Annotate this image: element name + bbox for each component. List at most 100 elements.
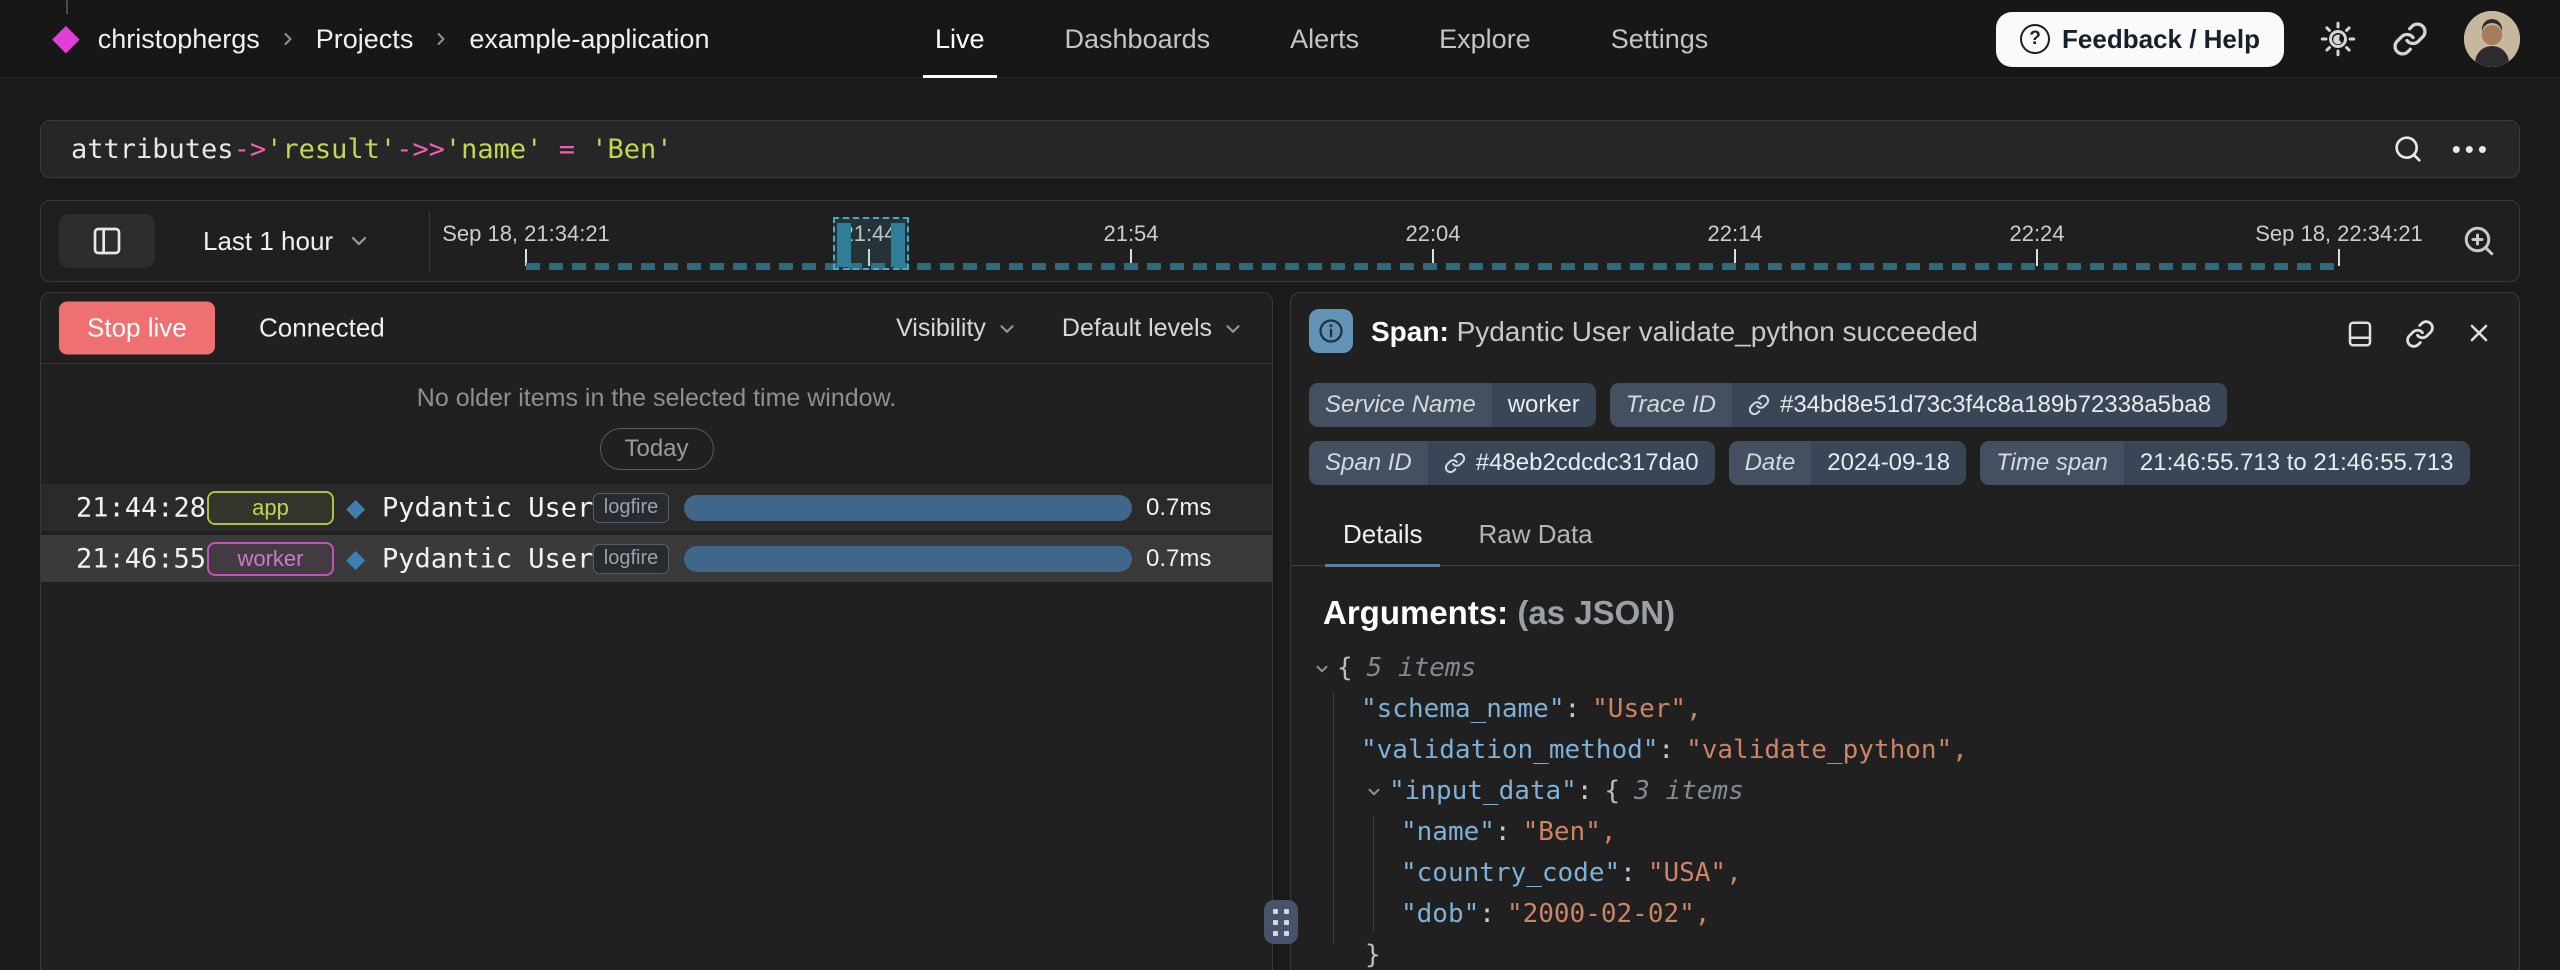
span-name: Pydantic User [382,543,593,574]
breadcrumb-project[interactable]: example-application [469,24,709,55]
timeline-track[interactable]: Sep 18, 21:34:21 21:44 21:54 22:04 22:14… [41,201,2519,281]
nav-tab-live[interactable]: Live [935,0,985,78]
timeline-histogram-baseline [526,263,2342,270]
info-icon [1309,309,1353,353]
live-panel-header: Stop live Connected Visibility Default l… [41,293,1272,364]
detail-tabs: Details Raw Data [1291,519,2519,566]
link-icon [1444,452,1466,474]
navbar-actions: ? Feedback / Help [1996,0,2520,78]
span-name: Pydantic User [382,492,593,523]
share-link-icon[interactable] [2392,21,2428,57]
time-range-select[interactable]: Last 1 hour [203,226,371,257]
span-detail-panel: Span: Pydantic User validate_python succ… [1290,292,2520,970]
tab-details[interactable]: Details [1343,519,1422,565]
breadcrumb-org[interactable]: christophergs [98,24,260,55]
query-token: ->> [396,134,445,165]
today-chip[interactable]: Today [599,428,713,470]
span-row-selected[interactable]: 21:46:55 worker ◆ Pydantic User logfire … [41,535,1272,582]
span-row[interactable]: 21:44:28 app ◆ Pydantic User logfire 0.7… [41,484,1272,531]
dock-panel-icon[interactable] [2345,319,2375,349]
user-avatar[interactable] [2464,11,2520,67]
link-icon [1748,394,1770,416]
indent-guide [1333,692,1334,944]
timeline-selection[interactable] [833,217,909,270]
histogram-bar [837,223,851,267]
nav-tab-settings[interactable]: Settings [1611,0,1709,78]
search-icon[interactable] [2392,133,2424,165]
empty-state: No older items in the selected time wind… [41,364,1272,484]
query-token: -> [234,134,267,165]
top-navbar: ◆ christophergs Projects example-applica… [0,0,2560,78]
grip-dots-icon [1273,909,1289,936]
toggle-sidebar-button[interactable] [59,214,155,268]
logfire-app: ◆ christophergs Projects example-applica… [0,0,2560,970]
stop-live-button[interactable]: Stop live [59,302,215,355]
timeline-bar: Last 1 hour Sep 18, 21:34:21 21:44 21:54… [40,200,2520,282]
json-line: "country_code":"USA", [1313,853,2519,894]
primary-nav: Live Dashboards Alerts Explore Settings [935,0,1708,78]
tab-raw-data[interactable]: Raw Data [1478,519,1592,565]
more-options-icon[interactable]: ••• [2452,134,2491,165]
service-name-badge: Service Name worker [1309,383,1596,427]
logfire-tag: logfire [593,544,669,574]
breadcrumb-projects[interactable]: Projects [316,24,414,55]
collapse-caret-icon[interactable] [1365,783,1385,801]
detail-header: Span: Pydantic User validate_python succ… [1291,293,2519,355]
nav-tab-explore[interactable]: Explore [1439,0,1531,78]
close-icon[interactable] [2465,319,2493,349]
logfire-tag: logfire [593,493,669,523]
panel-resize-handle[interactable] [1264,900,1298,944]
nav-tab-alerts[interactable]: Alerts [1290,0,1359,78]
theme-toggle-icon[interactable] [2320,21,2356,57]
duration-label: 0.7ms [1146,545,1211,573]
question-icon: ? [2020,24,2050,54]
span-meta-badges: Service Name worker Trace ID #34bd8e51d7… [1309,383,2501,485]
time-span-badge: Time span 21:46:55.713 to 21:46:55.713 [1980,441,2469,485]
json-line: "validation_method":"validate_python", [1313,730,2519,771]
query-token: 'result' [266,134,396,165]
default-levels-dropdown[interactable]: Default levels [1062,314,1244,343]
arguments-heading: Arguments: (as JSON) [1323,594,2519,632]
nav-tab-dashboards[interactable]: Dashboards [1065,0,1211,78]
trace-id-badge[interactable]: Trace ID #34bd8e51d73c3f4c8a189b72338a5b… [1610,383,2227,427]
breadcrumb: ◆ christophergs Projects example-applica… [52,0,709,78]
chevron-down-icon [996,318,1018,340]
span-diamond-icon: ◆ [346,493,365,523]
duration-label: 0.7ms [1146,494,1211,522]
visibility-dropdown[interactable]: Visibility [896,314,1018,343]
connection-status: Connected [259,313,385,344]
indent-guide [1373,816,1374,932]
pydantic-logo-icon: ◆ [52,19,80,55]
json-line: "dob":"2000-02-02", [1313,894,2519,935]
query-input[interactable]: attributes->'result'->>'name' = 'Ben' ••… [40,120,2520,178]
json-line: "input_data":{3 items [1313,771,2519,812]
duration-bar [684,546,1132,572]
row-timestamp: 21:46:55 [76,543,206,574]
query-token: = [542,134,591,165]
query-actions: ••• [2392,121,2491,177]
json-line: "name":"Ben", [1313,812,2519,853]
feedback-help-button[interactable]: ? Feedback / Help [1996,12,2284,67]
query-token: 'Ben' [591,134,672,165]
date-badge: Date 2024-09-18 [1729,441,1966,485]
json-viewer: {5 items "schema_name":"User", "validati… [1313,648,2519,970]
json-line: } [1313,935,2519,970]
duration-bar [684,495,1132,521]
json-line: {5 items [1313,648,2519,689]
chevron-down-icon [1222,318,1244,340]
chevron-down-icon [347,229,371,253]
service-badge: app [207,491,334,525]
span-id-badge[interactable]: Span ID #48eb2cdcdc317da0 [1309,441,1715,485]
collapse-caret-icon[interactable] [1313,660,1333,678]
zoom-in-icon[interactable] [2461,223,2497,259]
span-diamond-icon: ◆ [346,544,365,574]
copy-link-icon[interactable] [2405,319,2435,349]
live-view-panel: Stop live Connected Visibility Default l… [40,292,1273,970]
query-token: attributes [71,134,234,165]
chevron-right-icon [278,29,298,49]
empty-message: No older items in the selected time wind… [41,384,1272,413]
row-timestamp: 21:44:28 [76,492,206,523]
histogram-bar [891,223,905,267]
json-line: "schema_name":"User", [1313,689,2519,730]
chevron-right-icon [431,29,451,49]
